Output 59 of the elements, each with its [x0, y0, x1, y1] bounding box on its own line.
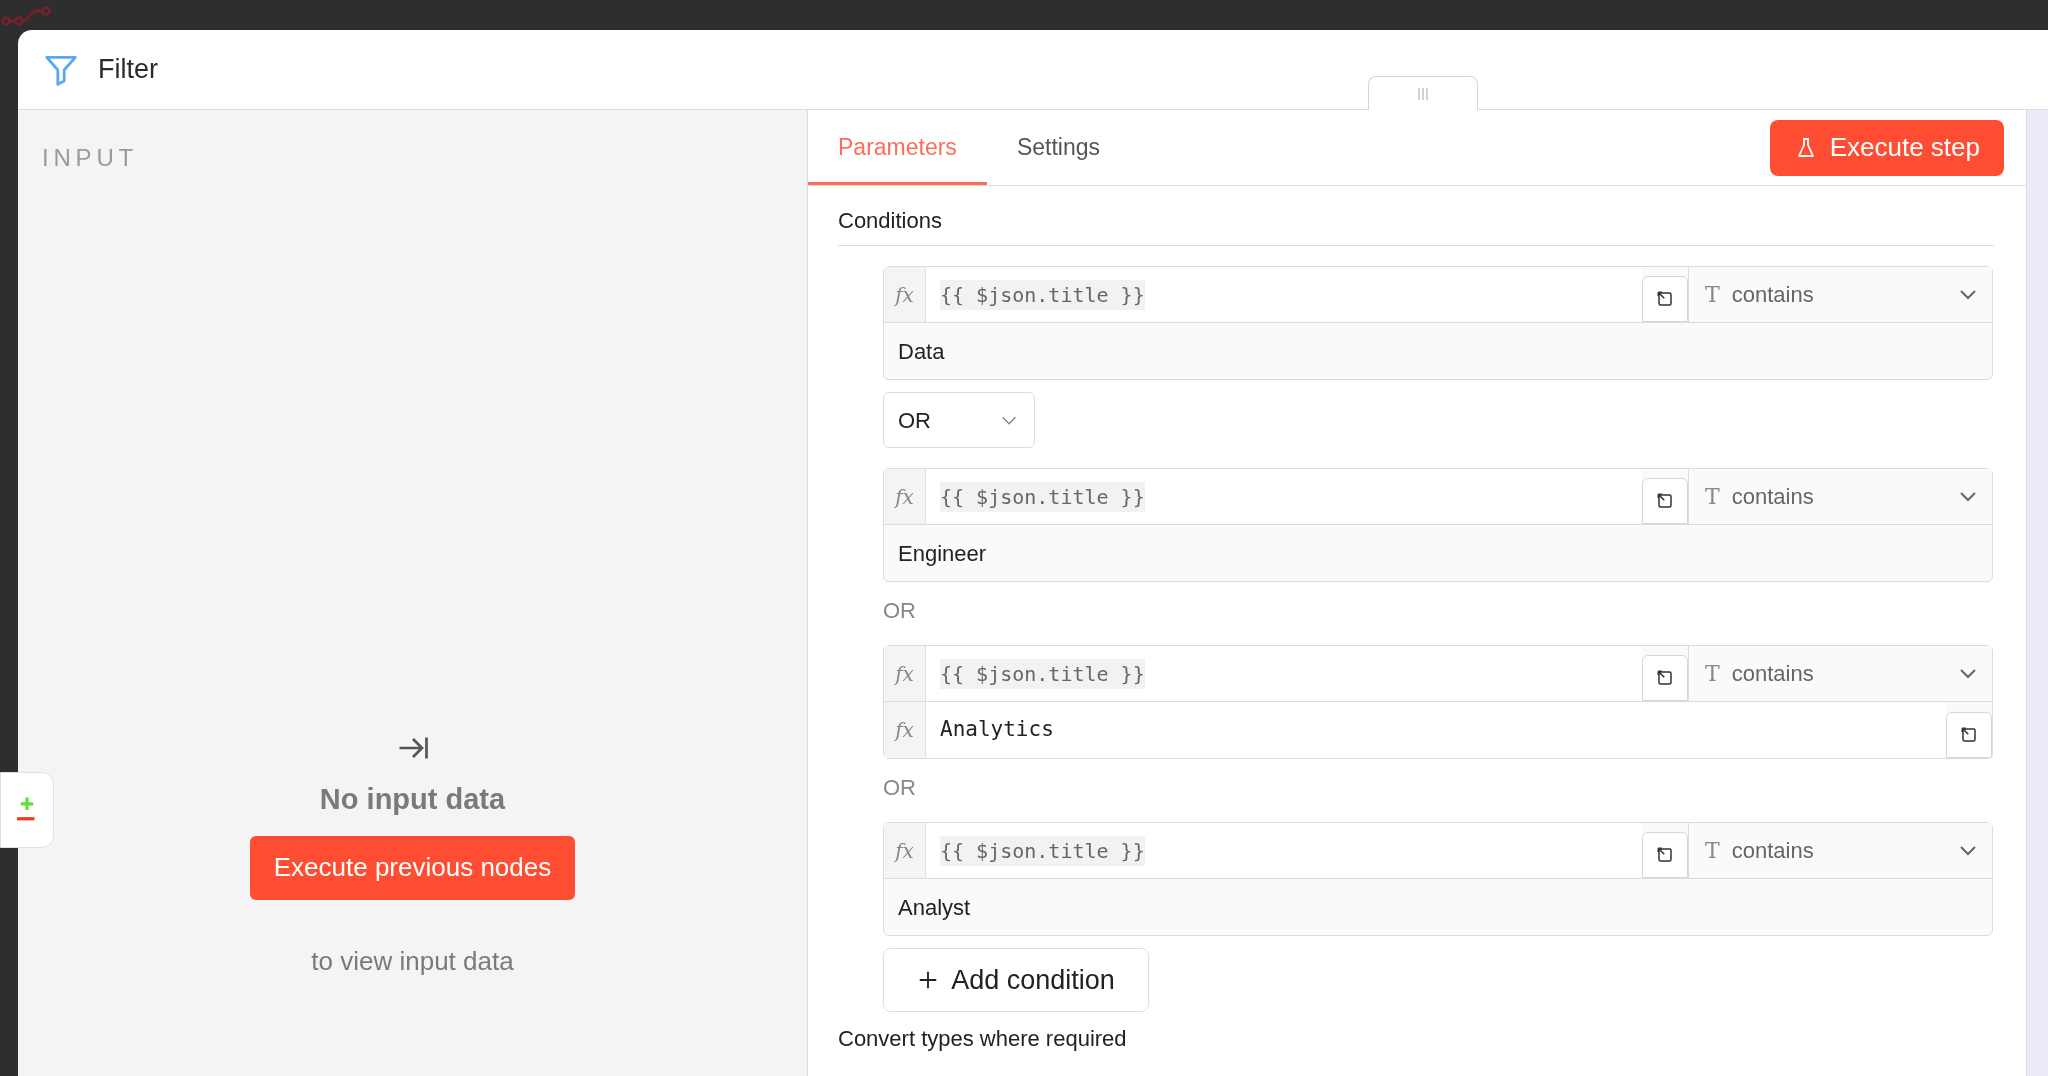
expression-field[interactable]: Analytics	[926, 702, 1946, 758]
hint-text: to view input data	[311, 944, 514, 978]
expand-icon	[1960, 726, 1978, 744]
expression-field[interactable]: {{ $json.title }}	[926, 823, 1642, 878]
combinator-label: OR	[883, 774, 917, 802]
expression-text: {{ $json.title }}	[940, 481, 1145, 512]
tab[interactable]: Settings	[986, 110, 1130, 185]
empty-title: No input data	[319, 782, 506, 817]
combinator-select[interactable]: OR	[883, 392, 1035, 448]
operator-value: contains	[1731, 281, 1815, 309]
chevron-icon	[1960, 491, 1976, 502]
operator-select[interactable]: T contains	[1688, 823, 1992, 878]
operator-select[interactable]: T contains	[1688, 469, 1992, 524]
execute-step-button[interactable]: Execute step	[1769, 119, 2004, 176]
operator-select[interactable]: T contains	[1688, 267, 1992, 322]
type-icon: T	[1705, 278, 1720, 311]
expand-button[interactable]	[1946, 712, 1992, 758]
window-title: Filter	[98, 53, 158, 87]
operator-value: contains	[1731, 483, 1815, 511]
fx-badge: fx	[884, 646, 926, 701]
expand-icon	[1656, 669, 1674, 687]
expand-icon	[1656, 492, 1674, 510]
expression-text: {{ $json.title }}	[940, 658, 1145, 689]
value-field[interactable]: Engineer	[884, 525, 1992, 581]
operator-value: contains	[1731, 660, 1815, 688]
fx-badge: fx	[884, 469, 926, 524]
logo-icon	[1, 6, 51, 26]
expression-field[interactable]: {{ $json.title }}	[926, 646, 1642, 701]
section-title: Conditions	[838, 204, 1994, 246]
expand-icon	[1656, 846, 1674, 864]
type-icon: T	[1705, 657, 1720, 690]
expand-button[interactable]	[1642, 478, 1688, 524]
expand-icon	[1656, 290, 1674, 308]
expression-text: Analytics	[940, 716, 1054, 744]
expand-button[interactable]	[1642, 276, 1688, 322]
expand-button[interactable]	[1642, 832, 1688, 878]
expand-button[interactable]	[1642, 655, 1688, 701]
expression-field[interactable]: {{ $json.title }}	[926, 469, 1642, 524]
value-field[interactable]: Analyst	[884, 879, 1992, 935]
expression-field[interactable]: {{ $json.title }}	[926, 267, 1642, 322]
add-condition-button[interactable]: Add condition	[883, 948, 1149, 1012]
fx-badge: fx	[884, 823, 926, 878]
expression-text: {{ $json.title }}	[940, 279, 1145, 310]
chevron-icon	[1960, 668, 1976, 679]
operator-value: contains	[1731, 837, 1815, 865]
chevron-icon	[1960, 289, 1976, 300]
option-label: Convert types where required	[838, 1025, 1128, 1053]
expression-text: {{ $json.title }}	[940, 835, 1145, 866]
drag-handle[interactable]	[1368, 76, 1478, 110]
type-icon: T	[1705, 480, 1720, 513]
panel-title: INPUT	[42, 143, 138, 173]
chevron-icon	[1960, 845, 1976, 856]
fx-badge: fx	[884, 702, 926, 758]
operator-select[interactable]: T contains	[1688, 646, 1992, 701]
execute-previous-button[interactable]: Execute previous nodes	[249, 835, 576, 900]
combinator-label: OR	[883, 597, 917, 625]
type-icon: T	[1705, 834, 1720, 867]
fx-badge: fx	[884, 267, 926, 322]
value-field[interactable]: Data	[884, 323, 1992, 379]
